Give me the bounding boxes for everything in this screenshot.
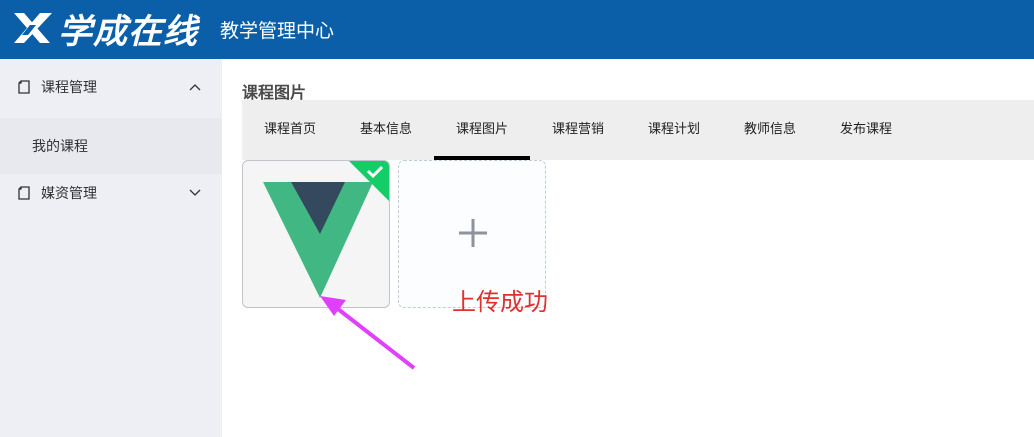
document-icon — [18, 186, 30, 200]
chevron-up-icon — [189, 84, 201, 91]
sidebar-group-media-management[interactable]: 媒资管理 — [0, 165, 222, 221]
success-check-icon — [349, 161, 389, 201]
sidebar-group-course-management[interactable]: 课程管理 — [0, 59, 222, 115]
tab-course-plan[interactable]: 课程计划 — [626, 100, 722, 160]
sidebar: 课程管理 我的课程 媒资管理 — [0, 59, 222, 437]
sidebar-item-label: 我的课程 — [32, 139, 88, 155]
sidebar-group-label: 课程管理 — [41, 80, 97, 96]
upload-status-text: 上传成功 — [452, 288, 548, 316]
logo: 学成在线 — [10, 8, 198, 52]
uploaded-image-card[interactable] — [242, 160, 390, 308]
logo-text: 学成在线 — [58, 11, 198, 52]
logo-mark-icon — [14, 13, 52, 43]
chevron-down-icon — [189, 189, 201, 196]
tab-publish-course[interactable]: 发布课程 — [818, 100, 914, 160]
header-subtitle: 教学管理中心 — [220, 20, 335, 42]
tab-course-image[interactable]: 课程图片 — [434, 100, 530, 160]
tab-bar: 课程首页 基本信息 课程图片 课程营销 课程计划 教师信息 发布课程 — [242, 100, 1034, 160]
sidebar-group-label: 媒资管理 — [41, 186, 97, 202]
tab-course-marketing[interactable]: 课程营销 — [530, 100, 626, 160]
document-icon — [18, 80, 30, 94]
plus-icon — [459, 219, 487, 247]
header: 学成在线 教学管理中心 — [0, 0, 1034, 59]
tab-teacher-info[interactable]: 教师信息 — [722, 100, 818, 160]
tab-basic-info[interactable]: 基本信息 — [338, 100, 434, 160]
tab-course-home[interactable]: 课程首页 — [242, 100, 338, 160]
